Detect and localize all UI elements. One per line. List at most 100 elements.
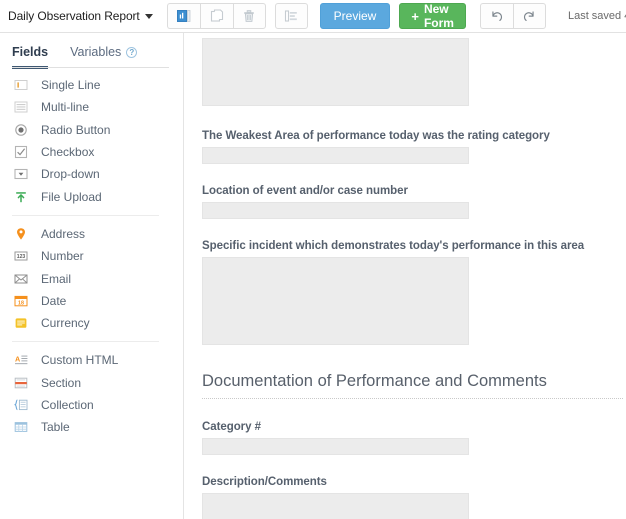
sidebar-item-custom-html[interactable]: A Custom HTML <box>12 349 159 371</box>
tab-fields-label: Fields <box>12 45 49 59</box>
copy-button[interactable] <box>199 3 233 29</box>
sidebar-item-label: Section <box>41 375 82 390</box>
calendar-icon: 18 <box>14 294 28 308</box>
form-section-row[interactable]: Documentation of Performance and Comment… <box>202 345 626 399</box>
preview-button-label: Preview <box>333 9 377 23</box>
new-form-button-label: New Form <box>423 2 454 30</box>
form-field-row[interactable] <box>202 33 626 106</box>
sidebar-item-label: File Upload <box>41 189 102 204</box>
caret-down-icon <box>144 13 153 19</box>
svg-text:A: A <box>15 355 20 364</box>
align-layout-button[interactable] <box>274 3 308 29</box>
trash-icon <box>244 10 254 22</box>
delete-button[interactable] <box>232 3 266 29</box>
fields-sidebar: Fields Variables ? Single Line Multi-lin… <box>0 33 184 519</box>
field-group-layout: A Custom HTML Section Collection Table <box>12 341 159 438</box>
field-label: Location of event and/or case number <box>202 185 408 197</box>
top-toolbar: Daily Observation Report Preview + New F… <box>0 0 626 33</box>
align-layout-icon <box>285 10 297 22</box>
field-type-list: Single Line Multi-line Radio Button Chec… <box>0 68 183 438</box>
textarea-input[interactable] <box>202 38 469 106</box>
copy-icon <box>210 9 223 22</box>
edit-tool-button-group <box>166 3 266 29</box>
sidebar-item-label: Drop-down <box>41 167 100 182</box>
svg-text:123: 123 <box>17 254 26 260</box>
sidebar-item-label: Table <box>41 420 70 435</box>
last-saved-status: Last saved 42 minutes <box>567 10 626 22</box>
undo-icon <box>492 10 503 21</box>
sidebar-item-table[interactable]: Table <box>12 416 159 438</box>
sidebar-item-number[interactable]: 123 Number <box>12 245 159 267</box>
sidebar-item-file-upload[interactable]: File Upload <box>12 185 159 207</box>
sidebar-item-radio-button[interactable]: Radio Button <box>12 119 159 141</box>
sidebar-item-label: Multi-line <box>41 100 90 115</box>
sidebar-item-label: Date <box>41 293 67 308</box>
form-title-dropdown[interactable]: Daily Observation Report <box>8 0 153 32</box>
checkbox-icon <box>14 145 28 159</box>
sidebar-item-section[interactable]: Section <box>12 372 159 394</box>
dropdown-icon <box>14 167 28 181</box>
section-heading: Documentation of Performance and Comment… <box>202 372 623 399</box>
text-input[interactable] <box>202 438 469 455</box>
sidebar-item-label: Address <box>41 226 86 241</box>
form-field-row[interactable]: The Weakest Area of performance today wa… <box>202 106 626 164</box>
form-title-text: Daily Observation Report <box>8 9 140 23</box>
redo-button[interactable] <box>512 3 546 29</box>
sidebar-item-currency[interactable]: Currency <box>12 312 159 334</box>
form-field-row[interactable]: Location of event and/or case number <box>202 164 626 219</box>
sidebar-item-collection[interactable]: Collection <box>12 394 159 416</box>
form-fields-container: The Weakest Area of performance today wa… <box>185 33 626 519</box>
save-field-button[interactable] <box>166 3 200 29</box>
sidebar-item-label: Radio Button <box>41 122 111 137</box>
currency-icon <box>14 316 28 330</box>
text-input[interactable] <box>202 202 469 219</box>
form-field-row[interactable]: Category # <box>202 399 626 455</box>
collection-icon <box>14 398 28 412</box>
preview-button[interactable]: Preview <box>319 3 391 29</box>
form-field-row[interactable]: Description/Comments <box>202 455 626 519</box>
sidebar-item-label: Custom HTML <box>41 353 119 368</box>
undo-redo-group <box>479 3 546 29</box>
tab-variables[interactable]: Variables ? <box>70 45 138 68</box>
sidebar-item-label: Number <box>41 249 84 264</box>
field-group-basic: Single Line Multi-line Radio Button Chec… <box>12 74 159 208</box>
tab-underline <box>12 67 169 68</box>
sidebar-item-label: Checkbox <box>41 145 95 160</box>
svg-text:18: 18 <box>18 300 24 306</box>
field-label: Specific incident which demonstrates tod… <box>202 240 585 252</box>
new-form-button[interactable]: + New Form <box>399 2 466 30</box>
sidebar-item-label: Email <box>41 271 72 286</box>
map-pin-icon <box>14 227 28 241</box>
undo-button[interactable] <box>479 3 513 29</box>
radio-button-icon <box>14 123 28 137</box>
field-group-data: Address 123 Number Email 18 Date Currenc… <box>12 214 159 334</box>
sidebar-item-address[interactable]: Address <box>12 223 159 245</box>
textarea-input[interactable] <box>202 257 469 345</box>
file-upload-icon <box>14 190 28 204</box>
sidebar-item-label: Currency <box>41 316 90 331</box>
single-line-icon <box>14 78 28 92</box>
tab-fields[interactable]: Fields <box>12 45 49 69</box>
envelope-icon <box>14 272 28 286</box>
sidebar-item-drop-down[interactable]: Drop-down <box>12 163 159 185</box>
sidebar-item-checkbox[interactable]: Checkbox <box>12 141 159 163</box>
form-field-row[interactable]: Specific incident which demonstrates tod… <box>202 219 626 345</box>
layout-tool-group <box>274 3 308 29</box>
sidebar-item-label: Single Line <box>41 78 101 93</box>
textarea-input[interactable] <box>202 493 469 519</box>
sidebar-item-multi-line[interactable]: Multi-line <box>12 96 159 118</box>
sidebar-item-email[interactable]: Email <box>12 267 159 289</box>
plus-icon: + <box>411 8 419 24</box>
question-circle-icon[interactable]: ? <box>126 46 138 58</box>
sidebar-item-label: Collection <box>41 398 94 412</box>
form-builder-canvas: The Weakest Area of performance today wa… <box>185 33 626 519</box>
sidebar-item-single-line[interactable]: Single Line <box>12 74 159 96</box>
sidebar-item-date[interactable]: 18 Date <box>12 290 159 312</box>
sidebar-tabs: Fields Variables ? <box>0 33 183 69</box>
custom-html-icon: A <box>14 353 28 367</box>
number-123-icon: 123 <box>14 249 28 263</box>
redo-icon <box>523 10 534 21</box>
text-input[interactable] <box>202 147 469 164</box>
tab-variables-label: Variables <box>70 45 122 59</box>
field-label: Category # <box>202 421 261 433</box>
